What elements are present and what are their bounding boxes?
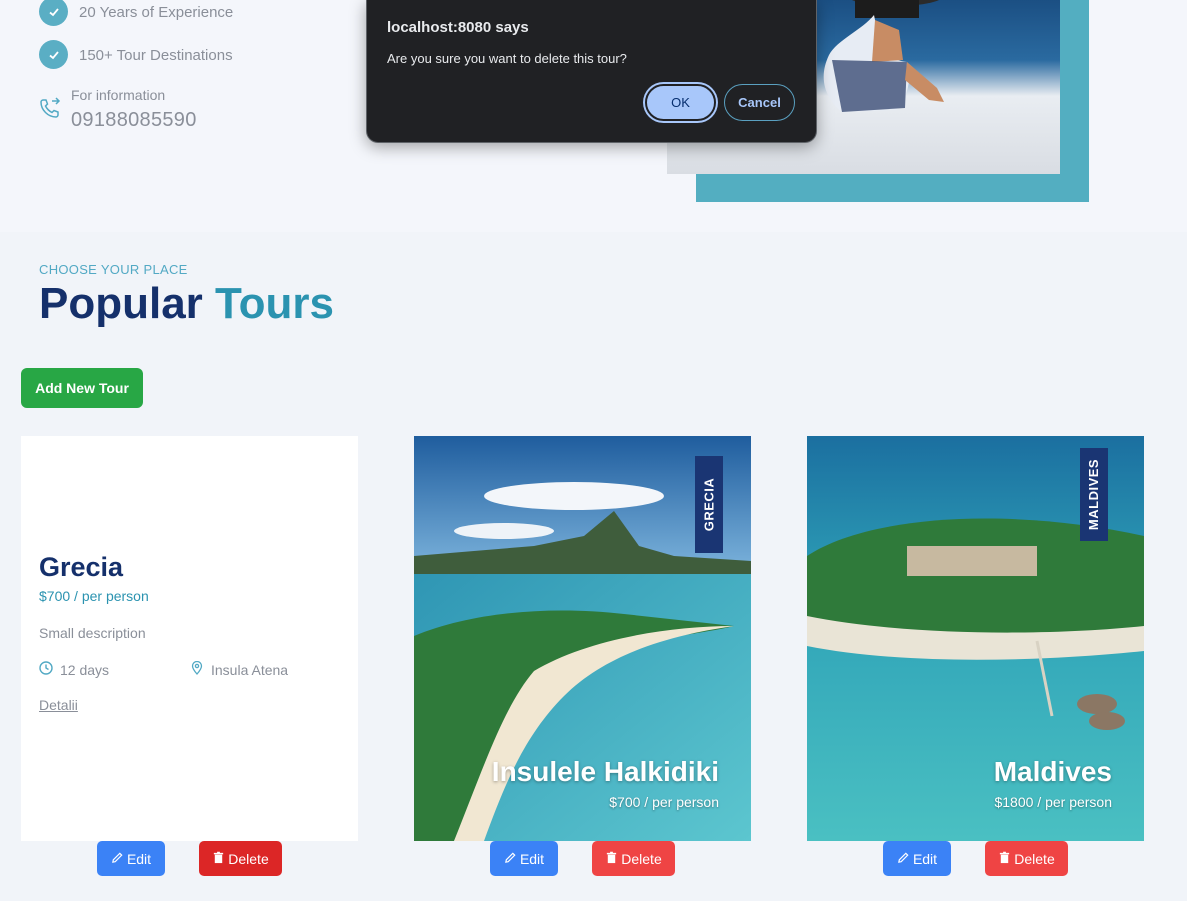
edit-label: Edit: [519, 850, 545, 867]
tour-description: Small description: [39, 625, 146, 641]
pencil-icon: [897, 851, 910, 867]
section-title: Popular Tours: [39, 278, 334, 330]
tour-card-halkidiki: GRECIA Insulele Halkidiki $700 / per per…: [414, 436, 751, 841]
tour-tag: GRECIA: [695, 456, 723, 553]
phone-number[interactable]: 09188085590: [71, 109, 197, 132]
details-link[interactable]: Detalii: [39, 697, 78, 713]
clock-icon: [39, 661, 53, 678]
ok-button[interactable]: OK: [645, 84, 716, 121]
edit-button[interactable]: Edit: [97, 841, 165, 876]
tour-tag: MALDIVES: [1080, 448, 1108, 541]
duration-text: 12 days: [60, 661, 110, 678]
title-word-popular: Popular: [39, 279, 203, 328]
feature-destinations: 150+ Tour Destinations: [79, 47, 233, 64]
tour-name: Maldives: [993, 756, 1112, 787]
delete-label: Delete: [228, 850, 269, 867]
location-pin-icon: [190, 660, 204, 678]
delete-button[interactable]: Delete: [592, 841, 675, 876]
tour-location: Insula Atena: [190, 660, 289, 678]
pencil-icon: [504, 851, 517, 867]
tour-price: $700 / per person: [39, 588, 149, 604]
edit-label: Edit: [126, 850, 152, 867]
section-eyebrow: CHOOSE YOUR PLACE: [39, 262, 188, 277]
tour-price: $1800 / per person: [994, 794, 1112, 810]
phone-icon: [38, 96, 62, 120]
delete-button[interactable]: Delete: [985, 841, 1068, 876]
delete-button[interactable]: Delete: [199, 841, 282, 876]
trash-icon: [998, 851, 1011, 867]
dialog-message: Are you sure you want to delete this tou…: [387, 51, 627, 66]
feature-experience: 20 Years of Experience: [79, 4, 234, 21]
trash-icon: [605, 851, 618, 867]
trash-icon: [212, 851, 225, 867]
location-text: Insula Atena: [211, 661, 289, 678]
dialog-title: localhost:8080 says: [387, 19, 529, 36]
confirm-dialog: localhost:8080 says Are you sure you wan…: [366, 0, 817, 143]
pencil-icon: [111, 851, 124, 867]
cancel-button[interactable]: Cancel: [724, 84, 795, 121]
tour-price: $700 / per person: [609, 794, 719, 810]
check-icon: [39, 40, 68, 69]
tour-name: Insulele Halkidiki: [491, 756, 719, 787]
edit-button[interactable]: Edit: [490, 841, 558, 876]
delete-label: Delete: [1014, 850, 1055, 867]
tour-card-maldives: MALDIVES Maldives $1800 / per person: [807, 436, 1144, 841]
edit-button[interactable]: Edit: [883, 841, 951, 876]
tour-card-grecia: Grecia $700 / per person Small descripti…: [21, 436, 358, 841]
info-label: For information: [71, 87, 166, 103]
tour-duration: 12 days: [39, 661, 109, 678]
title-word-tours: Tours: [215, 279, 334, 328]
edit-label: Edit: [912, 850, 938, 867]
delete-label: Delete: [621, 850, 662, 867]
tour-name: Grecia: [39, 552, 124, 582]
add-new-tour-button[interactable]: Add New Tour: [21, 368, 143, 408]
